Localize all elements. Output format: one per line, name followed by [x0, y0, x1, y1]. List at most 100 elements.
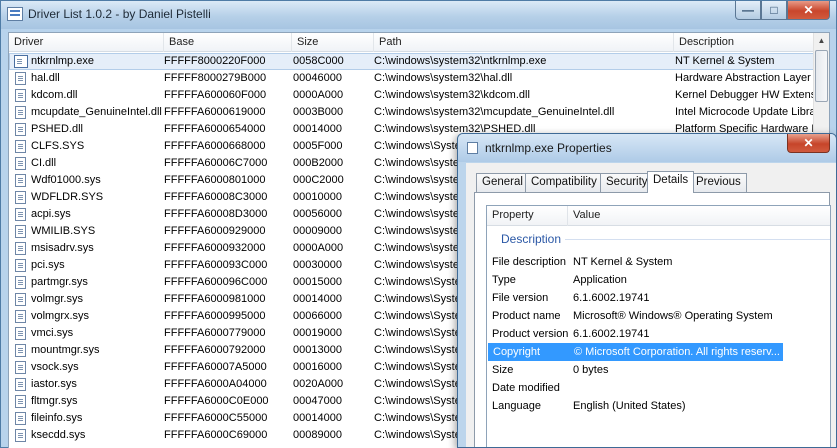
- property-row[interactable]: Date modified: [487, 379, 830, 397]
- driver-file-icon: [15, 276, 26, 289]
- maximize-button[interactable]: □: [761, 1, 787, 20]
- driver-size: 000C2000: [293, 174, 344, 186]
- table-row[interactable]: mcupdate_GenuineIntel.dll FFFFFA600061900…: [9, 104, 815, 121]
- driver-base: FFFFFA6000668000: [164, 140, 266, 152]
- close-button[interactable]: ✕: [787, 1, 830, 20]
- column-value[interactable]: Value: [568, 206, 830, 226]
- property-value: 6.1.6002.19741: [573, 292, 650, 304]
- driver-name: acpi.sys: [31, 208, 71, 220]
- driver-size: 00016000: [293, 361, 342, 373]
- driver-base: FFFFF8000220F000: [164, 55, 266, 67]
- caption-buttons: — □ ✕: [735, 1, 830, 21]
- driver-size: 00046000: [293, 72, 342, 84]
- driver-size: 0005F000: [293, 140, 343, 152]
- driver-size: 00014000: [293, 412, 342, 424]
- driver-name: mcupdate_GenuineIntel.dll: [31, 106, 162, 118]
- driver-name: WDFLDR.SYS: [31, 191, 104, 203]
- driver-size: 00047000: [293, 395, 342, 407]
- driver-size: 00014000: [293, 123, 342, 135]
- driver-name: vmci.sys: [31, 327, 74, 339]
- title-bar[interactable]: Driver List 1.0.2 - by Daniel Pistelli —…: [1, 1, 836, 29]
- driver-base: FFFFF8000279B000: [164, 72, 267, 84]
- property-row[interactable]: Product name Microsoft® Windows® Operatin…: [487, 307, 830, 325]
- driver-file-icon: [15, 310, 26, 323]
- driver-file-icon: [15, 89, 26, 102]
- driver-base: FFFFFA6000619000: [164, 106, 266, 118]
- property-name: File version: [492, 292, 549, 304]
- driver-size: 00066000: [293, 310, 342, 322]
- driver-description: NT Kernel & System: [675, 55, 775, 67]
- column-property[interactable]: Property: [487, 206, 568, 226]
- table-row[interactable]: kdcom.dll FFFFFA600060F000 0000A000 C:\wind…: [9, 87, 815, 104]
- driver-file-icon: [15, 208, 26, 221]
- property-list-header: Property Value: [487, 206, 830, 226]
- driver-file-icon: [15, 412, 26, 425]
- scroll-up-arrow-icon[interactable]: ▲: [814, 33, 829, 49]
- driver-file-icon: [14, 55, 28, 68]
- column-description[interactable]: Description: [674, 33, 815, 52]
- tab-details[interactable]: Details: [647, 171, 695, 193]
- properties-dialog: ntkrnlmp.exe Properties ✕ General Compat…: [457, 133, 837, 448]
- tab-compatibility[interactable]: Compatibility: [525, 173, 603, 192]
- driver-name: partmgr.sys: [31, 276, 88, 288]
- driver-base: FFFFFA60006C7000: [164, 157, 268, 169]
- dialog-title-bar[interactable]: ntkrnlmp.exe Properties ✕: [458, 134, 836, 162]
- driver-description: Kernel Debugger HW Extension DLL: [675, 89, 815, 101]
- driver-base: FFFFFA6000929000: [164, 225, 266, 237]
- property-row[interactable]: File version 6.1.6002.19741: [487, 289, 830, 307]
- property-name: Language: [492, 400, 541, 412]
- driver-file-icon: [15, 157, 26, 170]
- tab-security[interactable]: Security: [600, 173, 654, 192]
- column-size[interactable]: Size: [292, 33, 374, 52]
- driver-name: volmgrx.sys: [31, 310, 90, 322]
- property-row[interactable]: Copyright © Microsoft Corporation. All ri…: [488, 343, 783, 361]
- minimize-button[interactable]: —: [735, 1, 761, 20]
- driver-base: FFFFFA60008D3000: [164, 208, 268, 220]
- driver-name: ksecdd.sys: [31, 429, 86, 441]
- property-value: © Microsoft Corporation. All rights rese…: [574, 346, 780, 358]
- driver-name: WMILIB.SYS: [31, 225, 96, 237]
- driver-description: Intel Microcode Update Library: [675, 106, 815, 118]
- driver-size: 00013000: [293, 344, 342, 356]
- driver-name: vsock.sys: [31, 361, 79, 373]
- driver-size: 0000A000: [293, 89, 344, 101]
- driver-size: 0020A000: [293, 378, 344, 390]
- driver-name: volmgr.sys: [31, 293, 83, 305]
- tab-previous-versions[interactable]: Previous Versions: [690, 173, 747, 205]
- driver-base: FFFFFA6000792000: [164, 344, 266, 356]
- driver-name: hal.dll: [31, 72, 60, 84]
- driver-size: 0000A000: [293, 242, 344, 254]
- driver-file-icon: [15, 327, 26, 340]
- driver-base: FFFFFA600096C000: [164, 276, 268, 288]
- property-row[interactable]: Language English (United States): [487, 397, 830, 415]
- driver-base: FFFFFA60008C3000: [164, 191, 268, 203]
- property-row[interactable]: Product version 6.1.6002.19741: [487, 325, 830, 343]
- driver-size: 00010000: [293, 191, 342, 203]
- tab-general[interactable]: General: [476, 173, 529, 192]
- table-row[interactable]: hal.dll FFFFF8000279B000 00046000 C:\window…: [9, 70, 815, 87]
- driver-size: 00030000: [293, 259, 342, 271]
- driver-file-icon: [15, 140, 26, 153]
- property-list[interactable]: Property Value Description File descript…: [486, 205, 831, 447]
- property-row[interactable]: Type Application: [487, 271, 830, 289]
- driver-base: FFFFFA600060F000: [164, 89, 267, 101]
- column-driver[interactable]: Driver: [9, 33, 164, 52]
- driver-description: Hardware Abstraction Layer DLL: [675, 72, 815, 84]
- property-row[interactable]: Size 0 bytes: [487, 361, 830, 379]
- property-name: Type: [492, 274, 516, 286]
- scroll-thumb[interactable]: [815, 50, 828, 102]
- property-row[interactable]: File description NT Kernel & System: [487, 253, 830, 271]
- driver-size: 0058C000: [293, 55, 344, 67]
- driver-name: PSHED.dll: [31, 123, 83, 135]
- group-divider: [565, 239, 830, 240]
- driver-path: C:\windows\system32\kdcom.dll: [374, 89, 530, 101]
- driver-base: FFFFFA60007A5000: [164, 361, 267, 373]
- property-name: Size: [492, 364, 514, 376]
- driver-path: C:\windows\system32\ntkrnlmp.exe: [374, 55, 547, 67]
- property-name: Copyright: [493, 346, 541, 358]
- details-panel: Property Value Description File descript…: [474, 192, 831, 447]
- table-row[interactable]: ntkrnlmp.exe FFFFF8000220F000 0058C000 C:\w…: [9, 53, 815, 70]
- column-path[interactable]: Path: [374, 33, 674, 52]
- column-base[interactable]: Base: [164, 33, 292, 52]
- dialog-close-button[interactable]: ✕: [787, 134, 830, 153]
